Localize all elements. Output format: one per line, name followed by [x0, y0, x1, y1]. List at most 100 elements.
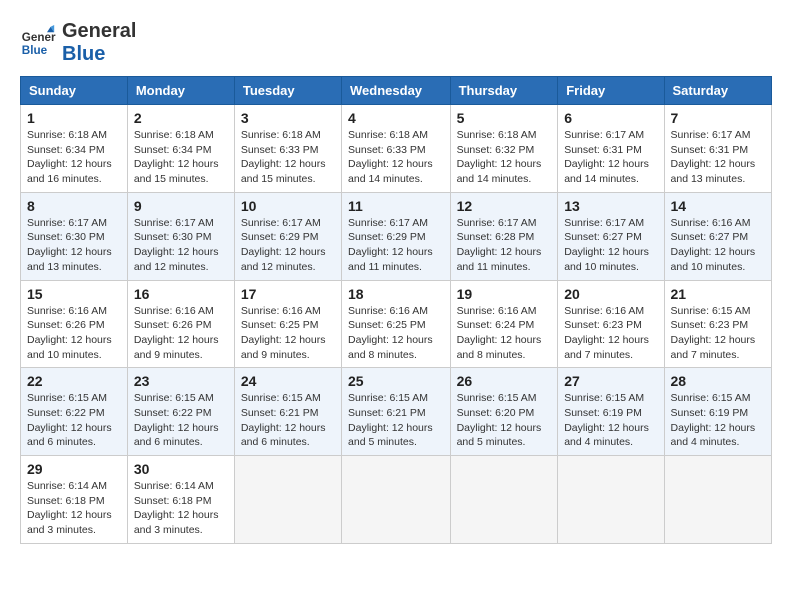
calendar-day-cell [234, 456, 341, 544]
day-info: Sunrise: 6:17 AMSunset: 6:27 PMDaylight:… [564, 216, 657, 275]
day-info: Sunrise: 6:16 AMSunset: 6:23 PMDaylight:… [564, 304, 657, 363]
calendar-week-row: 15 Sunrise: 6:16 AMSunset: 6:26 PMDayligh… [21, 280, 772, 368]
day-number: 22 [27, 373, 121, 389]
calendar-day-cell: 8Sunrise: 6:17 AMSunset: 6:30 PMDaylight… [21, 192, 128, 280]
calendar-day-cell: 3 Sunrise: 6:18 AMSunset: 6:33 PMDaylight… [234, 105, 341, 193]
day-info: Sunrise: 6:18 AMSunset: 6:33 PMDaylight:… [241, 128, 335, 187]
calendar-header-row: SundayMondayTuesdayWednesdayThursdayFrid… [21, 77, 772, 105]
day-number: 6 [564, 110, 657, 126]
calendar-day-cell: 19 Sunrise: 6:16 AMSunset: 6:24 PMDayligh… [450, 280, 558, 368]
day-number: 20 [564, 286, 657, 302]
day-number: 9 [134, 198, 228, 214]
day-number: 28 [671, 373, 765, 389]
day-info: Sunrise: 6:17 AMSunset: 6:31 PMDaylight:… [671, 128, 765, 187]
day-number: 30 [134, 461, 228, 477]
calendar-week-row: 29 Sunrise: 6:14 AMSunset: 6:18 PMDayligh… [21, 456, 772, 544]
day-info: Sunrise: 6:17 AMSunset: 6:31 PMDaylight:… [564, 128, 657, 187]
calendar-day-cell [450, 456, 558, 544]
calendar-day-cell: 12Sunrise: 6:17 AMSunset: 6:28 PMDayligh… [450, 192, 558, 280]
logo-icon: General Blue [20, 25, 56, 61]
logo: General Blue General Blue [20, 20, 136, 66]
day-info: Sunrise: 6:15 AMSunset: 6:21 PMDaylight:… [348, 391, 444, 450]
calendar-header-sunday: Sunday [21, 77, 128, 105]
calendar-day-cell: 22 Sunrise: 6:15 AMSunset: 6:22 PMDayligh… [21, 368, 128, 456]
calendar-day-cell: 25 Sunrise: 6:15 AMSunset: 6:21 PMDayligh… [342, 368, 451, 456]
day-number: 18 [348, 286, 444, 302]
calendar-day-cell: 11 Sunrise: 6:17 AMSunset: 6:29 PMDayligh… [342, 192, 451, 280]
calendar-day-cell: 10Sunrise: 6:17 AMSunset: 6:29 PMDayligh… [234, 192, 341, 280]
calendar-day-cell: 5 Sunrise: 6:18 AMSunset: 6:32 PMDaylight… [450, 105, 558, 193]
day-number: 14 [671, 198, 765, 214]
svg-text:General: General [22, 31, 56, 44]
day-number: 1 [27, 110, 121, 126]
svg-text:Blue: Blue [22, 44, 48, 57]
day-info: Sunrise: 6:15 AMSunset: 6:23 PMDaylight:… [671, 304, 765, 363]
day-number: 7 [671, 110, 765, 126]
day-info: Sunrise: 6:17 AMSunset: 6:30 PMDaylight:… [134, 216, 228, 275]
calendar-day-cell: 18 Sunrise: 6:16 AMSunset: 6:25 PMDayligh… [342, 280, 451, 368]
calendar-day-cell: 1 Sunrise: 6:18 AMSunset: 6:34 PMDaylight… [21, 105, 128, 193]
calendar-header-friday: Friday [558, 77, 664, 105]
calendar-day-cell: 9 Sunrise: 6:17 AMSunset: 6:30 PMDaylight… [127, 192, 234, 280]
day-info: Sunrise: 6:17 AMSunset: 6:29 PMDaylight:… [348, 216, 444, 275]
logo-blue: Blue [62, 43, 136, 66]
day-number: 11 [348, 198, 444, 214]
calendar-table: SundayMondayTuesdayWednesdayThursdayFrid… [20, 76, 772, 544]
day-info: Sunrise: 6:14 AMSunset: 6:18 PMDaylight:… [134, 479, 228, 538]
day-info: Sunrise: 6:18 AMSunset: 6:32 PMDaylight:… [457, 128, 552, 187]
calendar-day-cell [558, 456, 664, 544]
day-info: Sunrise: 6:16 AMSunset: 6:26 PMDaylight:… [27, 304, 121, 363]
day-info: Sunrise: 6:18 AMSunset: 6:34 PMDaylight:… [27, 128, 121, 187]
calendar-day-cell [342, 456, 451, 544]
day-info: Sunrise: 6:16 AMSunset: 6:27 PMDaylight:… [671, 216, 765, 275]
day-number: 17 [241, 286, 335, 302]
calendar-day-cell: 6 Sunrise: 6:17 AMSunset: 6:31 PMDaylight… [558, 105, 664, 193]
day-number: 8 [27, 198, 121, 214]
calendar-week-row: 22 Sunrise: 6:15 AMSunset: 6:22 PMDayligh… [21, 368, 772, 456]
day-number: 26 [457, 373, 552, 389]
calendar-day-cell: 28 Sunrise: 6:15 AMSunset: 6:19 PMDayligh… [664, 368, 771, 456]
calendar-day-cell: 26 Sunrise: 6:15 AMSunset: 6:20 PMDayligh… [450, 368, 558, 456]
calendar-day-cell: 13Sunrise: 6:17 AMSunset: 6:27 PMDayligh… [558, 192, 664, 280]
day-number: 5 [457, 110, 552, 126]
day-info: Sunrise: 6:16 AMSunset: 6:25 PMDaylight:… [348, 304, 444, 363]
day-number: 25 [348, 373, 444, 389]
calendar-day-cell: 21 Sunrise: 6:15 AMSunset: 6:23 PMDayligh… [664, 280, 771, 368]
calendar-day-cell: 7 Sunrise: 6:17 AMSunset: 6:31 PMDaylight… [664, 105, 771, 193]
day-info: Sunrise: 6:18 AMSunset: 6:33 PMDaylight:… [348, 128, 444, 187]
day-info: Sunrise: 6:18 AMSunset: 6:34 PMDaylight:… [134, 128, 228, 187]
day-number: 19 [457, 286, 552, 302]
calendar-day-cell: 27Sunrise: 6:15 AMSunset: 6:19 PMDayligh… [558, 368, 664, 456]
calendar-header-monday: Monday [127, 77, 234, 105]
day-number: 15 [27, 286, 121, 302]
calendar-day-cell [664, 456, 771, 544]
calendar-week-row: 1 Sunrise: 6:18 AMSunset: 6:34 PMDaylight… [21, 105, 772, 193]
day-number: 2 [134, 110, 228, 126]
calendar-day-cell: 30 Sunrise: 6:14 AMSunset: 6:18 PMDayligh… [127, 456, 234, 544]
calendar-day-cell: 15 Sunrise: 6:16 AMSunset: 6:26 PMDayligh… [21, 280, 128, 368]
day-info: Sunrise: 6:16 AMSunset: 6:26 PMDaylight:… [134, 304, 228, 363]
logo-general: General [62, 20, 136, 43]
day-info: Sunrise: 6:15 AMSunset: 6:19 PMDaylight:… [671, 391, 765, 450]
calendar-header-saturday: Saturday [664, 77, 771, 105]
day-number: 24 [241, 373, 335, 389]
day-number: 29 [27, 461, 121, 477]
calendar-header-wednesday: Wednesday [342, 77, 451, 105]
day-info: Sunrise: 6:17 AMSunset: 6:28 PMDaylight:… [457, 216, 552, 275]
calendar-day-cell: 4Sunrise: 6:18 AMSunset: 6:33 PMDaylight… [342, 105, 451, 193]
day-number: 10 [241, 198, 335, 214]
calendar-day-cell: 24 Sunrise: 6:15 AMSunset: 6:21 PMDayligh… [234, 368, 341, 456]
day-info: Sunrise: 6:15 AMSunset: 6:21 PMDaylight:… [241, 391, 335, 450]
calendar-day-cell: 23Sunrise: 6:15 AMSunset: 6:22 PMDayligh… [127, 368, 234, 456]
calendar-day-cell: 16 Sunrise: 6:16 AMSunset: 6:26 PMDayligh… [127, 280, 234, 368]
calendar-header-tuesday: Tuesday [234, 77, 341, 105]
day-info: Sunrise: 6:16 AMSunset: 6:24 PMDaylight:… [457, 304, 552, 363]
day-number: 16 [134, 286, 228, 302]
day-info: Sunrise: 6:15 AMSunset: 6:22 PMDaylight:… [27, 391, 121, 450]
calendar-day-cell: 29Sunrise: 6:14 AMSunset: 6:18 PMDayligh… [21, 456, 128, 544]
day-number: 3 [241, 110, 335, 126]
day-info: Sunrise: 6:15 AMSunset: 6:20 PMDaylight:… [457, 391, 552, 450]
day-number: 21 [671, 286, 765, 302]
day-number: 23 [134, 373, 228, 389]
day-info: Sunrise: 6:15 AMSunset: 6:19 PMDaylight:… [564, 391, 657, 450]
